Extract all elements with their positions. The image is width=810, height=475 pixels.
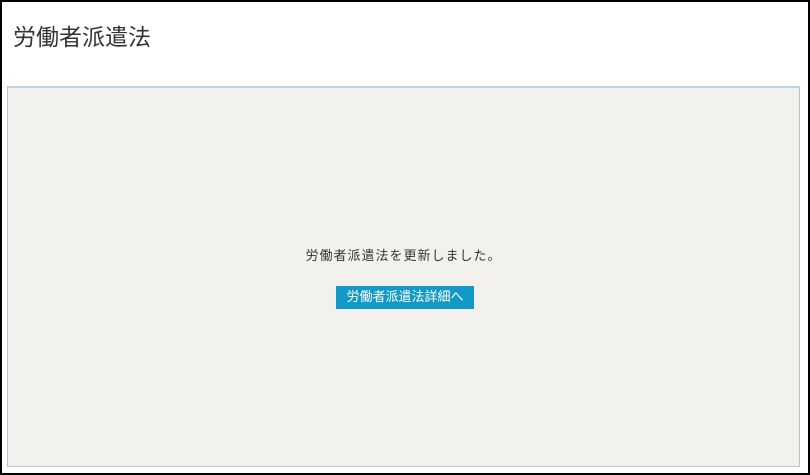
detail-link-button[interactable]: 労働者派遣法詳細へ	[336, 286, 474, 309]
page-header: 労働者派遣法	[2, 2, 808, 86]
page-title: 労働者派遣法	[13, 25, 151, 51]
window-frame: 労働者派遣法 労働者派遣法を更新しました。 労働者派遣法詳細へ	[0, 0, 810, 475]
content-panel: 労働者派遣法を更新しました。 労働者派遣法詳細へ	[7, 86, 800, 467]
update-success-message: 労働者派遣法を更新しました。	[305, 249, 502, 264]
